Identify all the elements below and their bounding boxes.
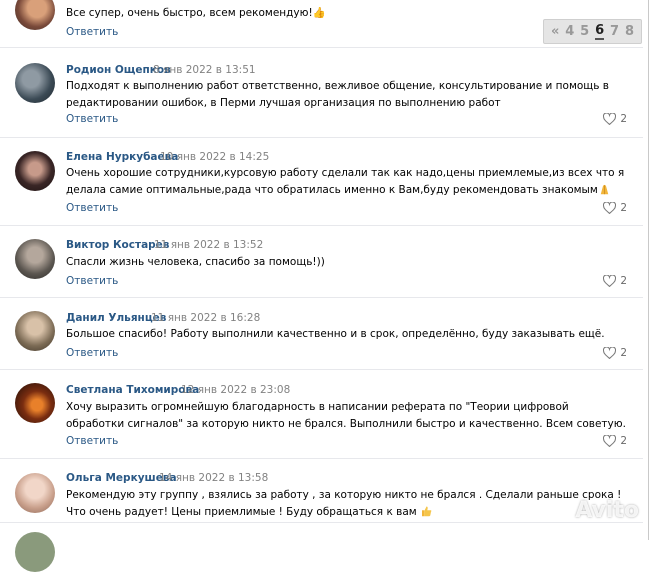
comment-date[interactable]: 12 янв 2022 в 23:08 — [181, 384, 290, 396]
comment-item: Елена Нуркубаева 10 янв 2022 в 14:25 Оче… — [0, 137, 643, 226]
comment-author[interactable]: Светлана Тихомирова — [66, 384, 199, 396]
like-button[interactable]: 2 — [603, 275, 627, 287]
pagination-page[interactable]: 7 — [610, 24, 619, 39]
comment-date[interactable]: 8 янв 2022 в 13:51 — [153, 64, 256, 76]
like-count: 2 — [620, 275, 627, 287]
like-button[interactable]: 2 — [603, 347, 627, 359]
avatar[interactable] — [15, 532, 55, 572]
pagination-page[interactable]: 4 — [565, 24, 574, 39]
heart-icon — [603, 347, 617, 359]
avito-logo-icon — [546, 501, 570, 521]
comment-date[interactable]: 11 янв 2022 в 16:28 — [151, 312, 260, 324]
reply-link[interactable]: Ответить — [66, 435, 118, 447]
comment-text: Все супер, очень быстро, всем рекомендую… — [66, 7, 326, 19]
pagination: « 4 5 6 7 8 — [543, 19, 642, 44]
comment-text: Большое спасибо! Работу выполнили качест… — [66, 328, 605, 340]
reply-link[interactable]: Ответить — [66, 347, 118, 359]
avatar[interactable] — [15, 239, 55, 279]
avatar[interactable] — [15, 383, 55, 423]
reply-link[interactable]: Ответить — [66, 202, 118, 214]
comment-text: Подходят к выполнению работ ответственно… — [66, 80, 609, 109]
comment-text: Хочу выразить огромнейшую благодарность … — [66, 401, 626, 430]
pagination-prev[interactable]: « — [551, 24, 559, 39]
heart-icon — [603, 113, 617, 125]
comment-text: Рекомендую эту группу , взялись за работ… — [66, 489, 622, 518]
praying-hands-icon — [600, 184, 609, 195]
like-count: 2 — [620, 113, 627, 125]
comment-date[interactable]: 14 янв 2022 в 13:58 — [159, 472, 268, 484]
comment-item: Светлана Тихомирова 12 янв 2022 в 23:08 … — [0, 369, 643, 459]
pagination-page[interactable]: 5 — [580, 24, 589, 39]
comment-date[interactable]: 11 янв 2022 в 13:52 — [154, 239, 263, 251]
like-count: 2 — [620, 202, 627, 214]
comment-item: Родион Ощепков 8 янв 2022 в 13:51 Подход… — [0, 47, 643, 138]
avatar[interactable] — [15, 473, 55, 513]
heart-icon — [603, 275, 617, 287]
watermark-text: Avito — [575, 498, 639, 523]
avatar[interactable] — [15, 63, 55, 103]
avatar[interactable] — [15, 311, 55, 351]
pagination-current-page[interactable]: 6 — [595, 23, 605, 40]
pagination-page[interactable]: 8 — [625, 24, 634, 39]
avatar[interactable] — [15, 0, 55, 30]
reply-link[interactable]: Ответить — [66, 275, 118, 287]
like-count: 2 — [620, 347, 627, 359]
comment-text: Очень хорошие сотрудники,курсовую работу… — [66, 167, 625, 196]
like-count: 2 — [620, 435, 627, 447]
comment-date[interactable]: 10 янв 2022 в 14:25 — [160, 151, 269, 163]
reply-link[interactable]: Ответить — [66, 26, 118, 38]
like-button[interactable]: 2 — [603, 202, 627, 214]
comment-text: Спасли жизнь человека, спасибо за помощь… — [66, 256, 325, 268]
reply-link[interactable]: Ответить — [66, 113, 118, 125]
thumbs-up-icon — [422, 506, 432, 517]
heart-icon — [603, 435, 617, 447]
comment-item: Виктор Костарев 11 янв 2022 в 13:52 Спас… — [0, 225, 643, 298]
like-button[interactable]: 2 — [603, 435, 627, 447]
avito-watermark: Avito — [545, 498, 639, 523]
like-button[interactable]: 2 — [603, 113, 627, 125]
heart-icon — [603, 202, 617, 214]
comment-item: Данил Ульянцев 11 янв 2022 в 16:28 Больш… — [0, 297, 643, 370]
avatar[interactable] — [15, 151, 55, 191]
